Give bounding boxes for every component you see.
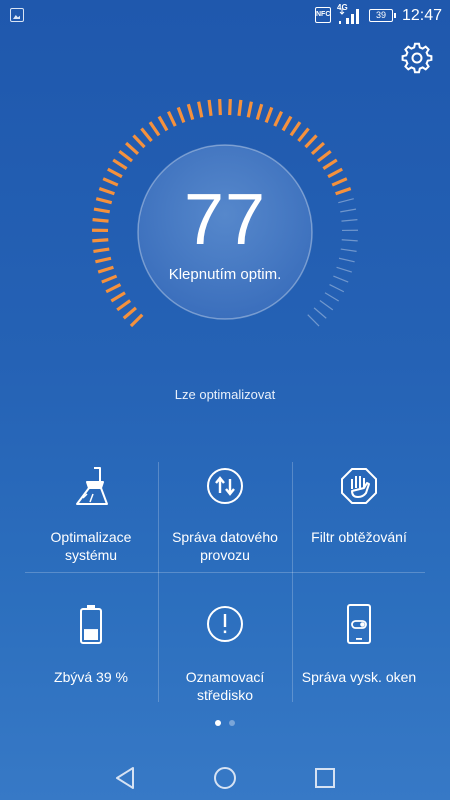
gauge-tick-active — [186, 103, 195, 120]
optimization-status: Lze optimalizovat — [174, 387, 276, 402]
gear-icon[interactable] — [401, 42, 433, 74]
gauge-tick-active — [246, 101, 253, 118]
tile-label: Správa datového provozu — [172, 529, 278, 563]
gauge-tick-inactive — [341, 219, 358, 222]
gauge-tick-active — [264, 106, 274, 124]
gauge-tick-active — [166, 110, 177, 127]
gauge-tick-active — [112, 158, 128, 170]
gauge-tick-active — [102, 177, 119, 187]
gauge-tick-active — [92, 238, 109, 243]
battery-status-icon: 39 — [369, 9, 396, 22]
gauge-tick-active — [322, 158, 338, 170]
gauge-tick-active — [105, 283, 122, 294]
gauge-tick-active — [317, 149, 332, 163]
battery-level-fill — [84, 629, 98, 640]
tile-battery[interactable]: Zbývá 39 % — [24, 584, 158, 724]
gauge-tick-active — [148, 121, 161, 137]
gauge-tick-active — [92, 218, 109, 223]
gauge-tick-active — [331, 177, 348, 187]
gauge-tick-active — [176, 106, 186, 124]
gauge-tick-inactive — [338, 257, 355, 263]
tile-data-management[interactable]: Správa datového provozu — [158, 448, 292, 588]
gauge-tick-active — [118, 149, 133, 163]
page-indicator-active — [215, 720, 221, 726]
gauge-tick-inactive — [333, 275, 349, 283]
broom-icon — [76, 467, 108, 505]
clock: 12:47 — [402, 7, 443, 24]
nfc-icon: NFC — [315, 7, 331, 23]
status-bar: NFC 4G 39 12:47 — [0, 0, 450, 32]
gauge-tick-active — [327, 167, 343, 179]
gauge-tick-active — [101, 274, 118, 284]
tile-label: Správa vysk. oken — [301, 669, 417, 685]
gauge-tick-inactive — [313, 307, 327, 319]
gauge-tick-inactive — [307, 314, 320, 327]
gauge-tick-active — [297, 127, 310, 142]
gauge-tick-active — [228, 99, 232, 116]
gauge-tick-active — [122, 306, 137, 320]
recents-icon[interactable] — [305, 760, 345, 796]
gauge-tick-active — [281, 115, 293, 132]
tile-label: Filtr obtěžování — [311, 529, 407, 545]
tile-floating-windows[interactable]: Správa vysk. oken — [292, 584, 426, 724]
gauge-tick-active — [273, 110, 284, 127]
gauge-tick-active — [125, 141, 140, 155]
gauge-tick-active — [207, 99, 213, 117]
signal-icon — [339, 9, 359, 24]
gallery-notification-icon — [10, 8, 24, 22]
hand-block-icon — [341, 468, 377, 504]
tap-to-optimize-label: Klepnutím optim. — [168, 266, 282, 283]
gauge-tick-inactive — [338, 198, 354, 204]
gauge-tick-active — [304, 134, 318, 149]
gauge-tick-active — [129, 313, 144, 328]
battery-icon — [80, 605, 102, 644]
gauge-tick-active — [93, 207, 111, 214]
tile-harassment-filter[interactable]: Filtr obtěžování — [292, 448, 426, 588]
tile-label: Oznamovací středisko — [185, 669, 265, 703]
gauge-tick-active — [157, 115, 169, 132]
gauge-tick-active — [107, 167, 123, 179]
gauge-tick-inactive — [340, 208, 357, 213]
gauge-tick-inactive — [340, 248, 357, 252]
gauge-tick-active — [218, 99, 222, 116]
gauge-tick-inactive — [329, 284, 345, 293]
gauge-tick-inactive — [336, 266, 352, 273]
gauge-tick-active — [95, 256, 112, 264]
home-icon[interactable] — [205, 760, 245, 796]
back-icon[interactable] — [105, 760, 145, 796]
gauge-tick-active — [140, 127, 153, 142]
page-indicator — [229, 720, 235, 726]
gauge-tick-active — [98, 187, 115, 196]
gauge-tick-active — [132, 134, 146, 149]
gauge-tick-active — [335, 187, 352, 196]
floating-window-icon — [347, 604, 371, 644]
gauge-tick-active — [97, 265, 114, 274]
gauge-tick-inactive — [341, 239, 358, 242]
tile-system-optimization[interactable]: Optimalizace systému — [24, 448, 158, 588]
tile-notification-center[interactable]: Oznamovací středisko — [158, 584, 292, 724]
gauge-tick-inactive — [319, 300, 334, 311]
notification-icon — [207, 606, 243, 642]
tile-label: Zbývá 39 % — [54, 669, 128, 685]
gauge-tick-active — [255, 103, 264, 120]
gauge-tick-active — [310, 141, 325, 155]
data-transfer-icon — [207, 468, 243, 504]
gauge-tick-active — [116, 299, 132, 312]
gauge-tick-active — [289, 121, 302, 137]
gauge-tick-active — [93, 247, 110, 253]
gauge-tick-active — [110, 291, 126, 303]
gauge-tick-inactive — [324, 292, 339, 302]
tile-label: Optimalizace systému — [50, 529, 132, 563]
gauge-tick-active — [197, 101, 204, 118]
gauge-tick-active — [95, 197, 113, 205]
health-score: 77 — [183, 180, 267, 260]
gauge-tick-active — [237, 99, 243, 117]
